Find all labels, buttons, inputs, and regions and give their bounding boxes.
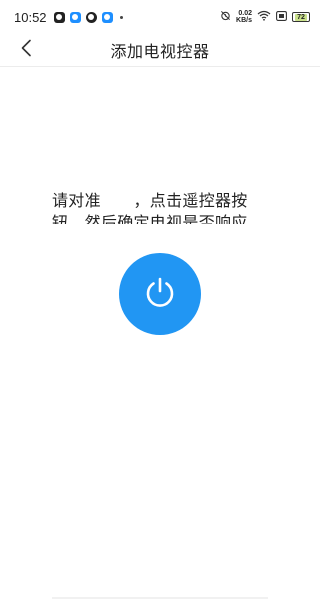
network-speed-unit: KB/s	[236, 17, 252, 24]
alarm-icon	[220, 10, 231, 24]
status-left: 10:52	[14, 10, 123, 25]
wifi-icon	[257, 10, 271, 24]
battery-level: 72	[295, 13, 307, 21]
status-bar: 10:52 0.02 KB/s 72	[0, 0, 320, 34]
back-button[interactable]	[12, 36, 40, 64]
title-bar: 添加电视控器	[0, 34, 320, 67]
notification-app-icon	[69, 11, 81, 23]
add-tv-remote-screen: 10:52 0.02 KB/s 72 添加电视控器 请对准 ，点击遥控器按钮，然…	[0, 0, 320, 600]
instruction-text: 请对准 ，点击遥控器按钮，然后确定电视是否响应	[52, 191, 248, 224]
wechat-icon	[85, 11, 97, 23]
notification-app-icon	[53, 11, 65, 23]
notification-app-icon	[101, 11, 113, 23]
status-time: 10:52	[14, 9, 47, 25]
power-icon	[141, 273, 179, 315]
chevron-left-icon	[20, 39, 32, 61]
power-button[interactable]	[119, 253, 201, 335]
battery-indicator: 72	[292, 12, 310, 22]
network-speed: 0.02 KB/s	[236, 10, 252, 24]
network-speed-value: 0.02	[238, 10, 252, 17]
status-right: 0.02 KB/s 72	[220, 10, 310, 24]
home-indicator	[52, 597, 268, 599]
page-title: 添加电视控器	[110, 42, 210, 61]
sim-icon	[276, 10, 287, 24]
more-notifications-icon	[119, 15, 123, 19]
